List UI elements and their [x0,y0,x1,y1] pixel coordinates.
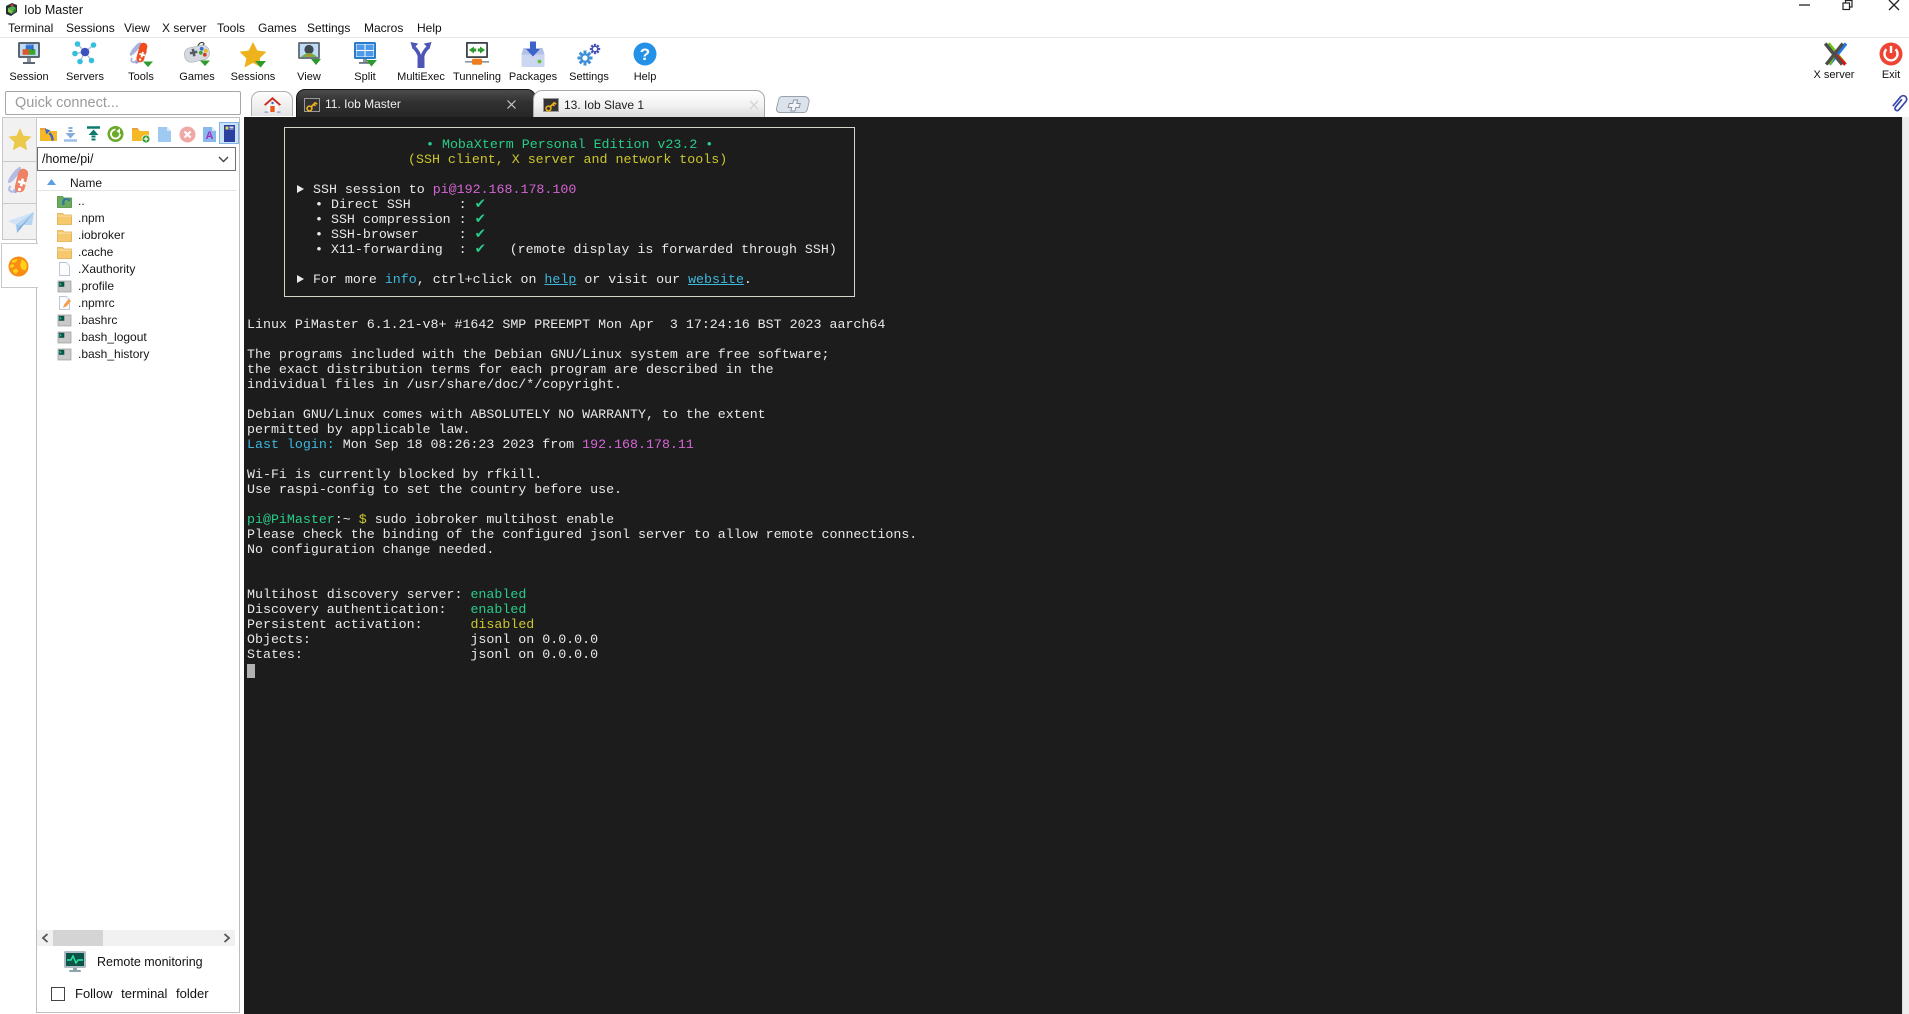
svg-text:A: A [206,130,214,142]
svg-text:?: ? [640,45,650,64]
